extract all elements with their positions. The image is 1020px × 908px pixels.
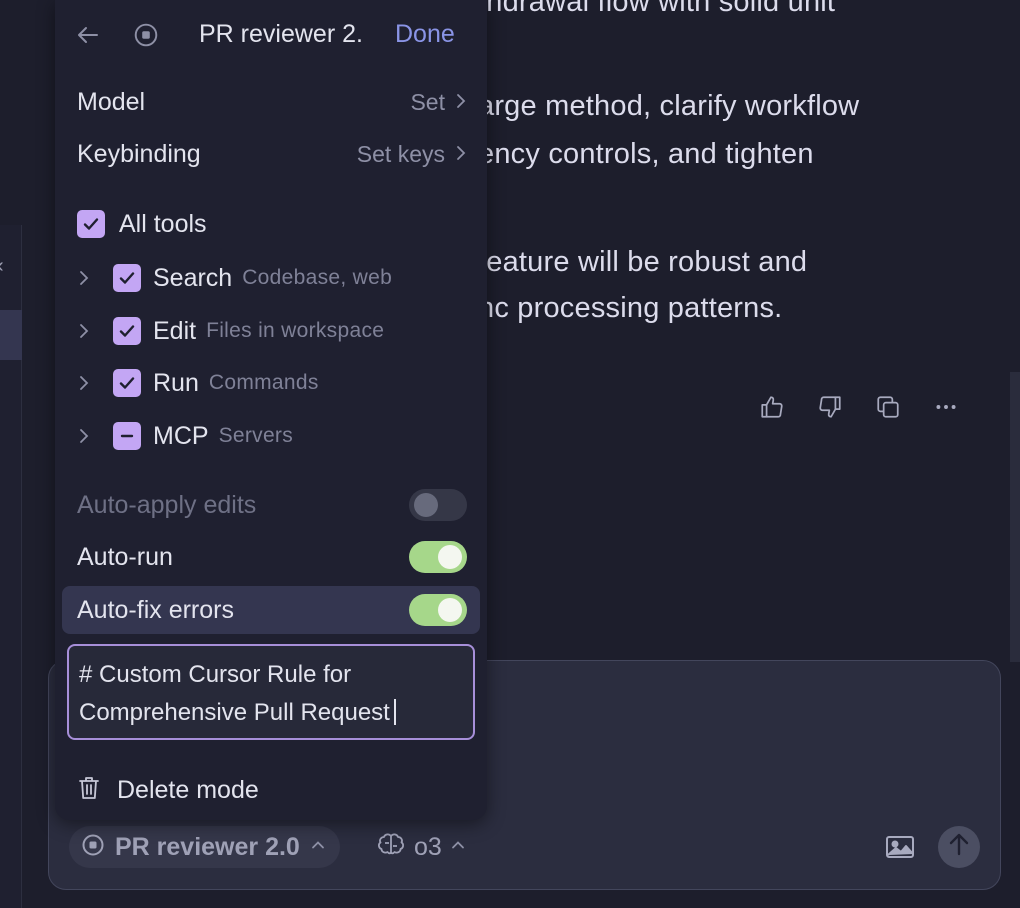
model-selector-label: o3 [414, 832, 442, 861]
back-arrow-icon[interactable] [75, 22, 101, 53]
auto-fix-errors-row: Auto-fix errors [77, 590, 467, 630]
editor-edge-top [0, 0, 22, 225]
custom-instructions-textarea[interactable]: # Custom Cursor Rule for Comprehensive P… [67, 644, 475, 740]
auto-apply-edits-toggle[interactable] [409, 489, 467, 521]
search-tool-checkbox[interactable] [113, 264, 141, 292]
mode-selector-button[interactable]: PR reviewer 2.0 [69, 826, 340, 868]
toggle-knob [414, 493, 438, 517]
rule-text-line: # Custom Cursor Rule for [79, 661, 352, 688]
thumbs-down-icon[interactable] [813, 390, 847, 424]
mcp-tool-checkbox[interactable] [113, 422, 141, 450]
chat-text-line: ency controls, and tighten [478, 138, 814, 170]
keybinding-setting-label: Keybinding [77, 139, 201, 168]
tool-row-run[interactable]: Run Commands [77, 363, 319, 403]
mode-selector-label: PR reviewer 2.0 [115, 832, 300, 861]
thumbs-up-icon[interactable] [755, 390, 789, 424]
model-selector-button[interactable]: o3 [376, 826, 466, 868]
keybinding-setting-row[interactable]: Keybinding Set keys [77, 134, 467, 174]
stop-circle-icon[interactable] [133, 22, 159, 53]
mode-name-input[interactable]: PR reviewer 2.0 [199, 20, 362, 49]
model-value-text: Set [410, 88, 445, 115]
text-cursor [393, 699, 396, 725]
popup-header: PR reviewer 2.0 Done [55, 0, 487, 72]
keybinding-value-text: Set keys [356, 140, 445, 167]
delete-mode-button[interactable]: Delete mode [77, 770, 259, 810]
attach-image-icon[interactable] [882, 830, 918, 864]
toggle-knob [438, 598, 462, 622]
auto-apply-edits-row: Auto-apply edits [77, 485, 467, 525]
delete-mode-label: Delete mode [117, 775, 259, 804]
model-setting-row[interactable]: Model Set [77, 82, 467, 122]
tool-row-search[interactable]: Search Codebase, web [77, 258, 392, 298]
chevron-right-icon[interactable] [77, 321, 113, 341]
chat-text-line: feature will be robust and [478, 246, 808, 278]
tool-description: Servers [218, 424, 294, 447]
chat-text-line: thdrawal flow with solid unit [478, 0, 836, 18]
message-actions [755, 390, 963, 424]
copy-icon[interactable] [871, 390, 905, 424]
arrow-up-icon [947, 832, 971, 863]
chevron-up-icon [450, 837, 466, 858]
chat-text-line: arge method, clarify workflow [478, 90, 860, 122]
editor-edge: ‹ [0, 225, 22, 908]
tool-row-edit[interactable]: Edit Files in workspace [77, 311, 384, 351]
chat-text-line: nc processing patterns. [478, 292, 783, 324]
run-tool-checkbox[interactable] [113, 369, 141, 397]
tool-description: Files in workspace [206, 319, 385, 342]
done-button[interactable]: Done [395, 20, 455, 49]
more-options-icon[interactable] [929, 390, 963, 424]
auto-run-row: Auto-run [77, 537, 467, 577]
model-setting-label: Model [77, 87, 146, 116]
editor-edge-selection [0, 310, 22, 360]
tool-name: Search [153, 263, 233, 292]
tool-name: Edit [153, 316, 197, 345]
chevron-up-icon [310, 837, 326, 858]
all-tools-label: All tools [119, 209, 207, 238]
send-button[interactable] [938, 826, 980, 868]
tool-name: MCP [153, 421, 209, 450]
auto-run-toggle[interactable] [409, 541, 467, 573]
tool-description: Codebase, web [242, 266, 393, 289]
stop-circle-icon [81, 833, 105, 862]
mode-settings-popup: PR reviewer 2.0 Done Model Set Keybindin… [55, 0, 487, 820]
chevron-right-icon [455, 89, 467, 116]
keybinding-setting-value: Set keys [357, 141, 467, 168]
auto-fix-errors-toggle[interactable] [409, 594, 467, 626]
chevron-right-icon[interactable] [77, 268, 113, 288]
brain-icon [376, 832, 406, 863]
tool-name: Run [153, 368, 199, 397]
chat-scrollbar[interactable] [1010, 372, 1020, 662]
all-tools-checkbox[interactable] [77, 210, 105, 238]
tool-row-mcp[interactable]: MCP Servers [77, 416, 293, 456]
toggle-label: Auto-apply edits [77, 490, 257, 519]
trash-icon [77, 775, 101, 806]
all-tools-row[interactable]: All tools [77, 204, 207, 244]
toggle-knob [438, 545, 462, 569]
chevron-right-icon[interactable] [77, 373, 113, 393]
tool-description: Commands [208, 371, 319, 394]
model-setting-value: Set [410, 89, 467, 116]
chevron-right-icon [455, 141, 467, 168]
collapse-chevron-icon[interactable]: ‹ [0, 255, 4, 278]
chevron-right-icon[interactable] [77, 426, 113, 446]
toggle-label: Auto-run [77, 542, 173, 571]
toggle-label: Auto-fix errors [77, 595, 234, 624]
rule-text-line: Comprehensive Pull Request [79, 694, 463, 732]
rule-text-line-content: Comprehensive Pull Request [79, 699, 390, 726]
edit-tool-checkbox[interactable] [113, 317, 141, 345]
